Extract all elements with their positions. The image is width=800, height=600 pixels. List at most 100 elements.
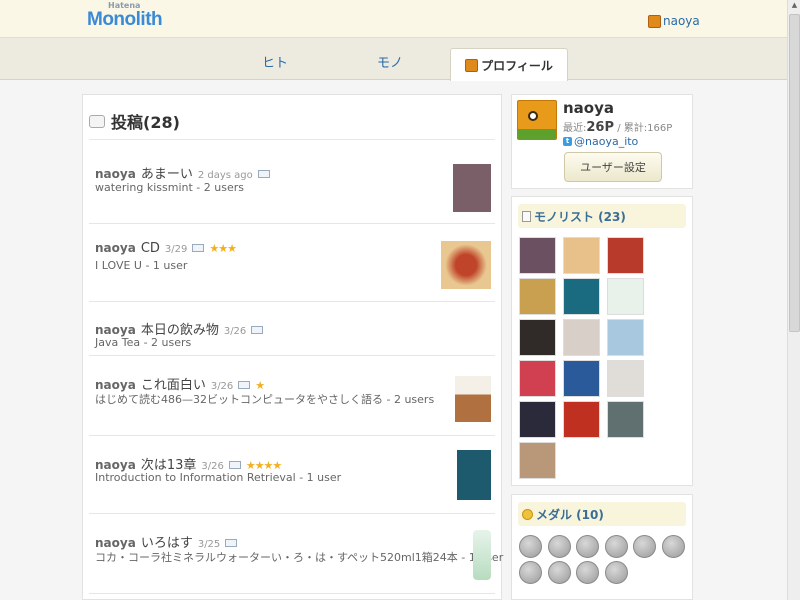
post-thumbnail[interactable] [457, 450, 491, 500]
post-thumbnail[interactable] [441, 241, 491, 289]
user-settings-button[interactable]: ユーザー設定 [564, 152, 662, 182]
logo-monolith-text: Monolith [87, 9, 163, 30]
post-user[interactable]: naoya [95, 167, 136, 181]
recent-points: 26P [586, 120, 614, 135]
post-detail[interactable]: コカ・コーラ社ミネラルウォーターい・ろ・は・すペット520ml1箱24本 - 1… [95, 549, 503, 565]
comment-icon[interactable] [251, 326, 264, 334]
post-detail[interactable]: I LOVE U - 1 user [95, 259, 187, 272]
medals-title: メダル (10) [536, 507, 604, 522]
header-username: naoya [663, 14, 700, 28]
profile-name: naoya [563, 99, 615, 117]
monolist-title: モノリスト (23) [534, 209, 626, 224]
user-avatar-icon [648, 14, 661, 28]
post-user[interactable]: naoya [95, 536, 136, 550]
avatar-eye [528, 111, 538, 121]
post-item: naoya 本日の飲み物 3/26 Java Tea - 2 users [89, 302, 495, 356]
post-thumbnail[interactable] [453, 164, 491, 212]
monolist-panel: モノリスト (23) [511, 196, 693, 486]
scroll-thumb[interactable] [789, 14, 800, 332]
post-user[interactable]: naoya [95, 323, 136, 337]
profile-points: 最近:26P / 累計:166P [563, 119, 672, 135]
medal-badge[interactable] [633, 535, 656, 558]
medal-icon [522, 508, 533, 520]
post-user[interactable]: naoya [95, 241, 136, 255]
total-points: / 累計:166P [617, 123, 673, 134]
tab-hito[interactable]: ヒト [262, 52, 288, 71]
post-detail[interactable]: Java Tea - 2 users [95, 336, 191, 349]
avatar-ground [518, 129, 556, 139]
twitter-handle: @naoya_ito [574, 135, 639, 148]
post-detail[interactable]: watering kissmint - 2 users [95, 181, 244, 194]
monolist-header[interactable]: モノリスト (23) [518, 204, 686, 228]
post-user[interactable]: naoya [95, 458, 136, 472]
star-rating: ★★★ [209, 242, 237, 255]
monolist-item-thumbnail[interactable] [563, 360, 600, 397]
medal-badge[interactable] [576, 561, 599, 584]
post-title-line: naoya CD 3/29 ★★★ [95, 241, 237, 256]
comment-icon[interactable] [238, 381, 251, 389]
comment-icon[interactable] [192, 244, 205, 252]
monolist-item-thumbnail[interactable] [607, 360, 644, 397]
medal-badge[interactable] [604, 535, 628, 558]
medal-badge[interactable] [547, 535, 571, 558]
post-item-name[interactable]: CD [141, 241, 160, 256]
monolist-item-thumbnail[interactable] [607, 278, 644, 315]
post-detail[interactable]: はじめて読む486—32ビットコンピュータをやさしく語る - 2 users [95, 391, 434, 407]
post-user[interactable]: naoya [95, 378, 136, 392]
tab-profile[interactable]: プロフィール [450, 48, 568, 81]
posts-header: 投稿(28) [89, 109, 180, 133]
post-thumbnail[interactable] [455, 376, 491, 422]
posts-title: 投稿(28) [111, 113, 180, 132]
scroll-up-arrow-icon[interactable]: ▲ [789, 1, 800, 13]
twitter-link[interactable]: t @naoya_ito [563, 135, 638, 148]
comment-icon[interactable] [257, 170, 270, 178]
profile-card: naoya 最近:26P / 累計:166P t @naoya_ito ユーザー… [511, 94, 693, 189]
post-detail[interactable]: Introduction to Information Retrieval - … [95, 471, 341, 484]
recent-label: 最近: [563, 123, 587, 134]
medals-header[interactable]: メダル (10) [518, 502, 686, 526]
monolist-item-thumbnail[interactable] [563, 401, 600, 438]
document-icon [522, 210, 531, 222]
post-date[interactable]: 3/29 [165, 244, 187, 255]
medal-badge[interactable] [661, 535, 685, 558]
medal-badge[interactable] [547, 561, 571, 584]
monolist-item-thumbnail[interactable] [563, 319, 600, 356]
post-item: naoya CD 3/29 ★★★ I LOVE U - 1 user [89, 224, 495, 302]
hatena-monolith-logo[interactable]: Hatena Monolith [87, 1, 177, 35]
posts-panel: 投稿(28) naoya あまーい 2 days ago watering ki… [82, 94, 503, 600]
comment-icon[interactable] [225, 539, 238, 547]
monolist-item-thumbnail[interactable] [519, 319, 556, 356]
post-item: naoya いろはす 3/25 コカ・コーラ社ミネラルウォーターい・ろ・は・すペ… [89, 514, 503, 594]
header-user-link[interactable]: naoya [648, 14, 700, 28]
speech-bubble-icon [89, 114, 105, 128]
medal-badge[interactable] [519, 561, 542, 584]
post-thumbnail[interactable] [473, 530, 491, 580]
comment-icon[interactable] [228, 461, 241, 469]
tab-bar: ヒト モノ プロフィール [0, 38, 787, 81]
post-item: naoya あまーい 2 days ago watering kissmint … [89, 140, 495, 224]
medal-badge[interactable] [604, 561, 628, 584]
header-bar: Hatena Monolith naoya [0, 0, 787, 38]
medals-panel: メダル (10) [511, 494, 693, 600]
post-item: naoya 次は13章 3/26 ★★★★ Introduction to In… [89, 436, 495, 514]
monolist-item-thumbnail[interactable] [563, 278, 600, 315]
medal-badge[interactable] [576, 535, 599, 558]
monolist-item-thumbnail[interactable] [519, 442, 556, 479]
vertical-scrollbar[interactable]: ▲ [787, 0, 800, 600]
monolist-item-thumbnail[interactable] [519, 360, 556, 397]
monolist-item-thumbnail[interactable] [607, 319, 644, 356]
monolist-item-thumbnail[interactable] [607, 401, 644, 438]
post-item-name[interactable]: あまーい [141, 163, 193, 182]
monolist-item-thumbnail[interactable] [519, 278, 556, 315]
monolist-item-thumbnail[interactable] [607, 237, 644, 274]
monolist-item-thumbnail[interactable] [519, 237, 556, 274]
medal-badge[interactable] [519, 535, 542, 558]
tab-mono[interactable]: モノ [377, 52, 403, 71]
monolist-item-thumbnail[interactable] [519, 401, 556, 438]
post-date[interactable]: 2 days ago [198, 170, 253, 181]
twitter-icon: t [563, 137, 572, 146]
post-item: naoya これ面白い 3/26 ★ はじめて読む486—32ビットコンピュータ… [89, 356, 495, 436]
profile-avatar[interactable] [517, 100, 557, 140]
monolist-item-thumbnail[interactable] [563, 237, 600, 274]
post-date[interactable]: 3/26 [224, 326, 246, 337]
